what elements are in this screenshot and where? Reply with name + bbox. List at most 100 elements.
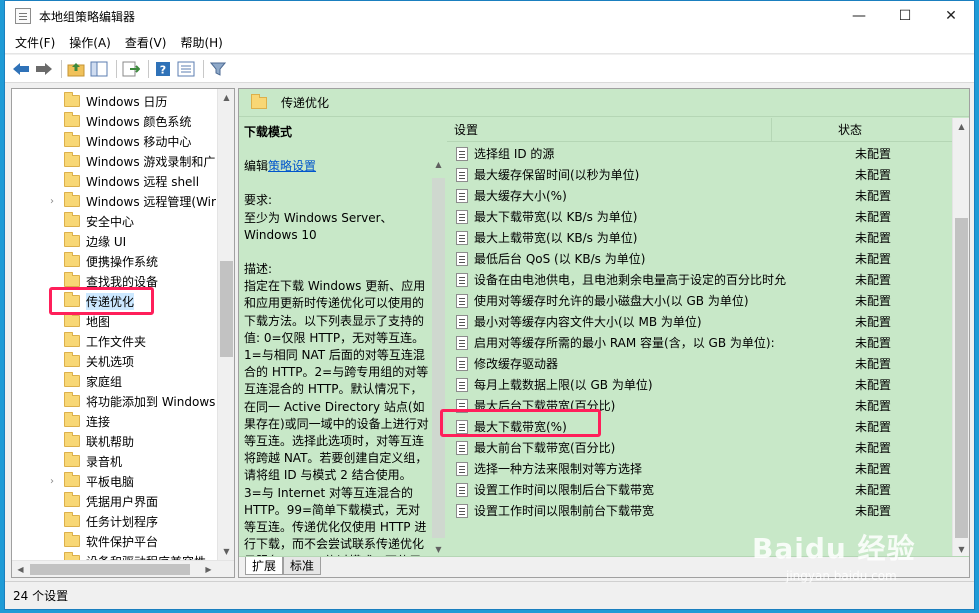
tree-item[interactable]: 任务计划程序 <box>12 511 218 531</box>
tree-item[interactable]: 安全中心 <box>12 211 218 231</box>
setting-name: 使用对等缓存时允许的最小磁盘大小(以 GB 为单位) <box>474 294 749 308</box>
setting-row[interactable]: 修改缓存驱动器 未配置 <box>447 353 952 374</box>
setting-name: 启用对等缓存所需的最小 RAM 容量(含，以 GB 为单位): <box>474 336 775 350</box>
show-hide-tree-icon <box>90 61 108 76</box>
tree-item[interactable]: 关机选项 <box>12 351 218 371</box>
tree-item[interactable]: Windows 日历 <box>12 91 218 111</box>
setting-row[interactable]: 设置工作时间以限制前台下载带宽 未配置 <box>447 500 952 521</box>
tab-extended[interactable]: 扩展 <box>245 557 284 575</box>
expand-chevron-icon[interactable]: › <box>46 196 58 207</box>
tab-standard[interactable]: 标准 <box>283 557 322 575</box>
tree-horizontal-scrollbar[interactable]: ◀ ▶ <box>12 560 234 577</box>
tree-item-label: Windows 游戏录制和广 <box>86 154 216 169</box>
setting-row[interactable]: 最大上载带宽(以 KB/s 为单位) 未配置 <box>447 227 952 248</box>
folder-icon <box>64 512 80 527</box>
setting-row[interactable]: 启用对等缓存所需的最小 RAM 容量(含，以 GB 为单位): 未配置 <box>447 332 952 353</box>
watermark-url: jingyan.baidu.com <box>786 569 897 583</box>
setting-state: 未配置 <box>855 252 892 266</box>
setting-state: 未配置 <box>855 378 892 392</box>
tree-item[interactable]: 工作文件夹 <box>12 331 218 351</box>
setting-row[interactable]: 最大缓存保留时间(以秒为单位) 未配置 <box>447 164 952 185</box>
tree-item-label: 任务计划程序 <box>86 514 159 529</box>
scroll-up-arrow-icon[interactable]: ▲ <box>953 118 969 135</box>
tree-item[interactable]: 家庭组 <box>12 371 218 391</box>
setting-state: 未配置 <box>855 231 892 245</box>
setting-row[interactable]: 最大下载带宽(以 KB/s 为单位) 未配置 <box>447 206 952 227</box>
scroll-right-arrow-icon[interactable]: ▶ <box>200 561 217 577</box>
tree-item[interactable]: 便携操作系统 <box>12 251 218 271</box>
up-folder-button[interactable] <box>66 59 86 79</box>
setting-row[interactable]: 设置工作时间以限制后台下载带宽 未配置 <box>447 479 952 500</box>
minimize-button[interactable]: — <box>836 1 882 31</box>
tree-item[interactable]: › Windows 远程管理(Wir <box>12 191 218 211</box>
properties-button[interactable] <box>176 59 196 79</box>
column-header-setting[interactable]: 设置 <box>447 118 772 141</box>
column-header-state[interactable]: 状态 <box>772 118 952 141</box>
tree-item[interactable]: Windows 颜色系统 <box>12 111 218 131</box>
scroll-up-arrow-icon[interactable]: ▲ <box>430 156 447 173</box>
tree-item[interactable]: Windows 移动中心 <box>12 131 218 151</box>
menu-action[interactable]: 操作(A) <box>69 34 111 51</box>
setting-state: 未配置 <box>855 294 892 308</box>
tree-vertical-scrollbar[interactable]: ▲ ▼ <box>217 89 234 560</box>
setting-row[interactable]: 最低后台 QoS (以 KB/s 为单位) 未配置 <box>447 248 952 269</box>
tree-item-label: Windows 移动中心 <box>86 134 192 149</box>
menu-file[interactable]: 文件(F) <box>15 34 55 51</box>
setting-row[interactable]: 选择一种方法来限制对等方选择 未配置 <box>447 458 952 479</box>
folder-icon <box>64 412 80 427</box>
tree-item[interactable]: 将功能添加到 Windows <box>12 391 218 411</box>
status-bar: 24 个设置 <box>5 581 974 609</box>
tree-item[interactable]: 软件保护平台 <box>12 531 218 551</box>
setting-row[interactable]: 每月上载数据上限(以 GB 为单位) 未配置 <box>447 374 952 395</box>
tree-item[interactable]: 凭据用户界面 <box>12 491 218 511</box>
tree-item[interactable]: 连接 <box>12 411 218 431</box>
tree-item[interactable]: Windows 远程 shell <box>12 171 218 191</box>
setting-row[interactable]: 选择组 ID 的源 未配置 <box>447 143 952 164</box>
title-bar[interactable]: 本地组策略编辑器 — ☐ ✕ <box>5 1 974 31</box>
scroll-thumb[interactable] <box>955 218 968 538</box>
filter-button[interactable] <box>208 59 228 79</box>
setting-name: 选择组 ID 的源 <box>474 147 555 161</box>
policy-setting-icon <box>456 335 468 350</box>
scroll-left-arrow-icon[interactable]: ◀ <box>12 561 29 577</box>
tree-item[interactable]: 边缘 UI <box>12 231 218 251</box>
menu-view[interactable]: 查看(V) <box>125 34 167 51</box>
export-list-button[interactable] <box>121 59 141 79</box>
forward-button[interactable] <box>34 59 54 79</box>
setting-row[interactable]: 最大前台下载带宽(百分比) 未配置 <box>447 437 952 458</box>
close-button[interactable]: ✕ <box>928 1 974 31</box>
description-scrollbar[interactable]: ▲ ▼ <box>430 118 447 558</box>
help-button[interactable]: ? <box>153 59 173 79</box>
tree-item[interactable]: 录音机 <box>12 451 218 471</box>
back-button[interactable] <box>11 59 31 79</box>
scroll-thumb[interactable] <box>432 178 445 538</box>
scroll-thumb[interactable] <box>220 261 233 357</box>
setting-name: 修改缓存驱动器 <box>474 357 559 371</box>
tree-item[interactable]: 联机帮助 <box>12 431 218 451</box>
setting-row[interactable]: 最小对等缓存内容文件大小(以 MB 为单位) 未配置 <box>447 311 952 332</box>
tree-item-label: 软件保护平台 <box>86 534 159 549</box>
edit-policy-link[interactable]: 策略设置 <box>268 159 316 173</box>
tree-item[interactable]: Windows 游戏录制和广 <box>12 151 218 171</box>
scroll-up-arrow-icon[interactable]: ▲ <box>218 89 234 106</box>
tree-item-label: 便携操作系统 <box>86 254 159 269</box>
menu-help[interactable]: 帮助(H) <box>180 34 222 51</box>
setting-row[interactable]: 最大缓存大小(%) 未配置 <box>447 185 952 206</box>
list-vertical-scrollbar[interactable]: ▲ ▼ <box>952 118 969 558</box>
folder-icon <box>64 392 80 407</box>
setting-row[interactable]: 使用对等缓存时允许的最小磁盘大小(以 GB 为单位) 未配置 <box>447 290 952 311</box>
tree-list: Windows 日历 Windows 颜色系统 Windows 移动中心 Window… <box>12 91 218 571</box>
folder-icon <box>64 432 80 447</box>
show-hide-tree-button[interactable] <box>89 59 109 79</box>
scroll-thumb[interactable] <box>30 564 190 575</box>
requirements-text: 至少为 Windows Server、Windows 10 <box>244 210 393 242</box>
folder-icon <box>64 132 80 147</box>
setting-state: 未配置 <box>855 336 892 350</box>
tree-item[interactable]: › 平板电脑 <box>12 471 218 491</box>
expand-chevron-icon[interactable]: › <box>46 476 58 487</box>
scroll-down-arrow-icon[interactable]: ▼ <box>218 543 234 560</box>
setting-row[interactable]: 设备在由电池供电，且电池剩余电量高于设定的百分比时允 未配置 <box>447 269 952 290</box>
policy-setting-icon <box>456 188 468 203</box>
maximize-button[interactable]: ☐ <box>882 1 928 31</box>
list-header: 设置 状态 <box>447 118 952 142</box>
